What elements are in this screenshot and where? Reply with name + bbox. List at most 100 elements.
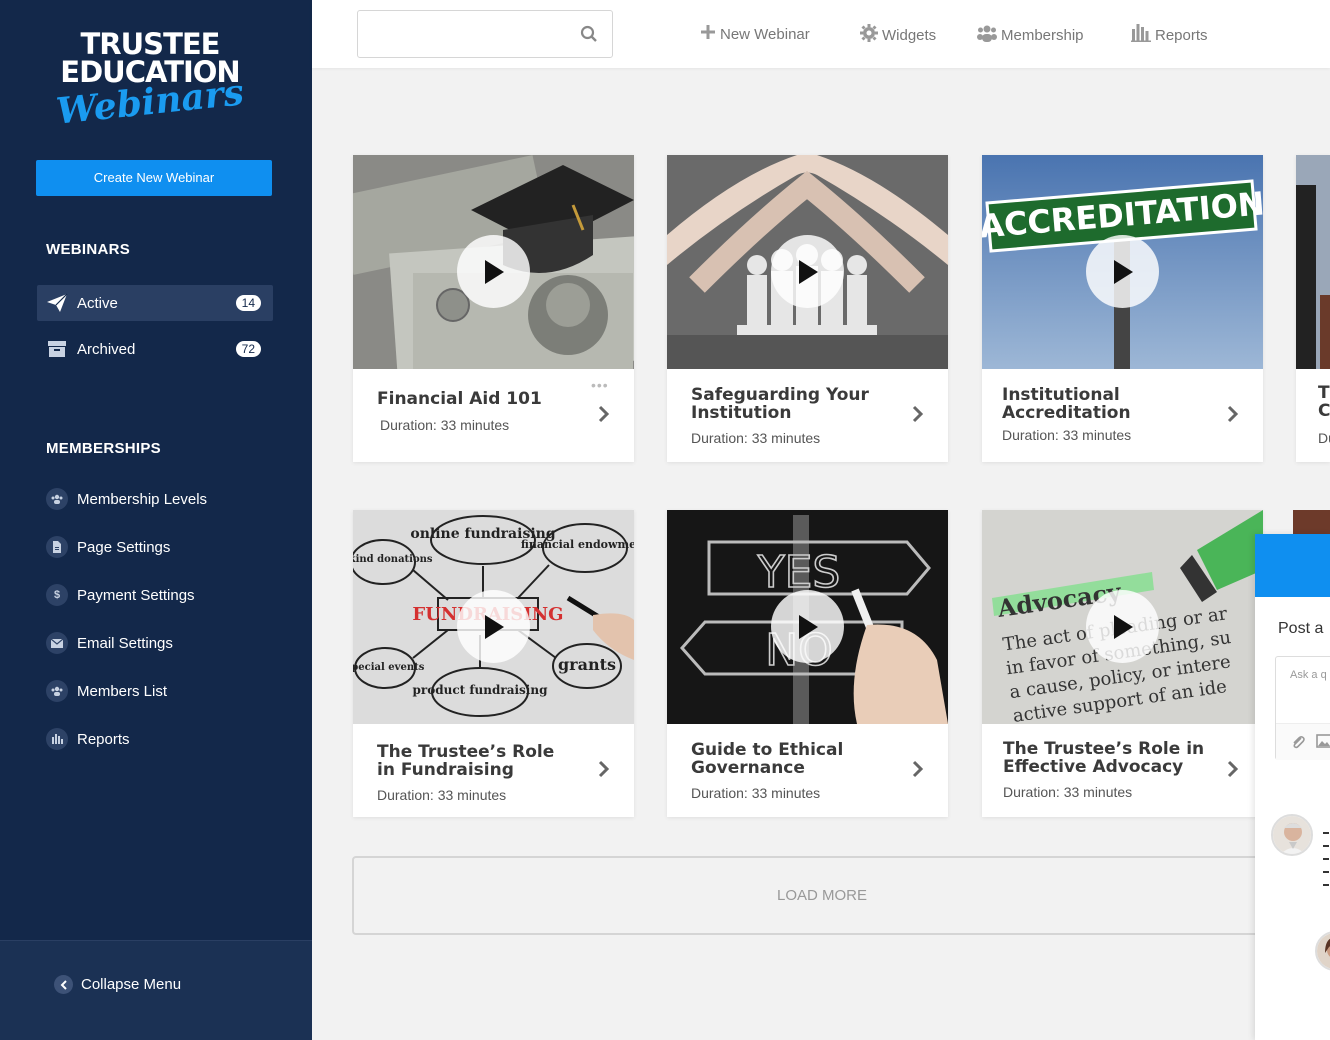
dollar-icon: $	[46, 584, 68, 606]
chevron-right-icon[interactable]	[1227, 760, 1239, 783]
sidebar-item-payment-settings[interactable]: $ Payment Settings	[37, 577, 273, 613]
webinar-duration: Duration: 33 minutes	[1003, 784, 1133, 800]
webinar-card[interactable]: Safeguarding Your Institution Duration: …	[667, 155, 948, 462]
webinar-duration: Duration: 33 minutes	[380, 417, 510, 433]
sidebar: TRUSTEE EDUCATION Webinars Create New We…	[0, 0, 312, 1040]
archive-box-icon	[37, 339, 77, 359]
diagram-word-financial: financial endowment	[521, 538, 634, 551]
sidebar-item-page-settings[interactable]: Page Settings	[37, 529, 273, 565]
chevron-right-icon[interactable]	[912, 405, 924, 428]
brand-logo[interactable]: TRUSTEE EDUCATION Webinars	[50, 27, 250, 133]
webinar-card[interactable]: ACCREDITATION Institutional Accreditatio…	[982, 155, 1263, 462]
chevron-right-icon[interactable]	[598, 760, 610, 783]
chat-question-input[interactable]: Ask a q	[1275, 656, 1330, 760]
webinar-title: Safeguarding Your Institution	[691, 385, 869, 423]
chevron-left-icon	[54, 975, 73, 994]
sidebar-item-email-settings[interactable]: Email Settings	[37, 625, 273, 661]
collapse-menu-label: Collapse Menu	[81, 976, 182, 993]
search-box	[357, 10, 613, 58]
diagram-word-product: product fundraising	[413, 683, 549, 697]
diagram-word-special: special events	[353, 662, 425, 673]
bar-chart-icon	[1131, 24, 1151, 46]
webinar-duration: Duration: 33 minutes	[691, 430, 821, 446]
webinar-thumbnail: YES NO	[667, 510, 948, 724]
webinar-card-partial[interactable]: Th C Du	[1296, 155, 1330, 462]
widgets-link[interactable]: Widgets	[860, 24, 936, 46]
chat-post-label: Post a	[1278, 620, 1324, 637]
webinar-title: Institutional Accreditation	[1002, 385, 1131, 423]
webinar-duration: Duration: 33 minutes	[1002, 427, 1132, 443]
users-icon	[977, 24, 997, 46]
document-icon	[46, 536, 68, 558]
sidebar-item-archived[interactable]: Archived 72	[37, 331, 273, 367]
play-button[interactable]	[457, 590, 530, 663]
sidebar-item-active[interactable]: Active 14	[37, 285, 273, 321]
webinars-section-title: WEBINARS	[46, 241, 131, 258]
users-icon	[46, 488, 68, 510]
sidebar-item-label: Active	[77, 294, 118, 312]
diagram-word-in-kind: in-kind donations	[353, 554, 433, 565]
membership-label: Membership	[1001, 26, 1084, 44]
reports-link[interactable]: Reports	[1131, 24, 1208, 46]
top-bar: New Webinar Widgets Membership Reports	[312, 0, 1330, 68]
sidebar-item-label: Archived	[77, 340, 136, 358]
play-button[interactable]	[1086, 235, 1159, 308]
collapse-menu-button[interactable]: Collapse Menu	[54, 975, 181, 994]
sidebar-item-label: Page Settings	[77, 538, 171, 556]
create-new-webinar-button[interactable]: Create New Webinar	[36, 160, 272, 196]
image-icon[interactable]	[1316, 734, 1330, 751]
bar-chart-icon	[46, 728, 68, 750]
webinar-thumbnail: ACCREDITATION	[982, 155, 1263, 369]
diagram-word-grants: grants	[558, 655, 616, 674]
new-webinar-label: New Webinar	[720, 25, 810, 43]
envelope-icon	[46, 632, 68, 654]
webinar-thumbnail	[667, 155, 948, 369]
sidebar-item-label: Members List	[77, 682, 168, 700]
play-button[interactable]	[771, 235, 844, 308]
logo-line-1: TRUSTEE	[80, 27, 221, 61]
webinar-card[interactable]: YES NO Guide to Ethical Governance Durat…	[667, 510, 948, 817]
avatar[interactable]	[1271, 814, 1313, 856]
play-button[interactable]	[1086, 590, 1159, 663]
sidebar-item-membership-levels[interactable]: Membership Levels	[37, 481, 273, 517]
webinar-thumbnail: Advocacy The act of pleading or ar in fa…	[982, 510, 1263, 724]
search-icon[interactable]	[580, 25, 598, 48]
partial-duration: Du	[1318, 430, 1330, 446]
play-button[interactable]	[457, 235, 530, 308]
membership-link[interactable]: Membership	[977, 24, 1084, 46]
more-options-icon[interactable]: •••	[591, 377, 609, 393]
archived-count-badge: 72	[235, 341, 261, 357]
webinar-duration: Duration: 33 minutes	[377, 787, 507, 803]
sidebar-item-label: Membership Levels	[77, 490, 208, 508]
chat-panel: Post a Ask a q	[1255, 534, 1330, 1040]
paper-plane-icon	[37, 293, 77, 313]
load-more-button[interactable]: LOAD MORE	[352, 856, 1292, 935]
chat-header	[1255, 534, 1330, 597]
sidebar-item-label: Reports	[77, 730, 130, 748]
memberships-section-title: MEMBERSHIPS	[46, 440, 161, 457]
webinar-duration: Duration: 33 minutes	[691, 785, 821, 801]
chevron-right-icon[interactable]	[1227, 405, 1239, 428]
webinar-title: Financial Aid 101	[377, 389, 542, 409]
active-count-badge: 14	[235, 295, 261, 311]
sidebar-item-reports[interactable]: Reports	[37, 721, 273, 757]
webinar-card[interactable]: Advocacy The act of pleading or ar in fa…	[982, 510, 1263, 817]
gear-icon	[860, 24, 878, 46]
sidebar-item-members-list[interactable]: Members List	[37, 673, 273, 709]
paperclip-icon[interactable]	[1290, 734, 1306, 753]
webinar-card[interactable]: ••• Financial Aid 101 Duration: 33 minut…	[353, 155, 634, 462]
sidebar-item-label: Email Settings	[77, 634, 173, 652]
webinar-card[interactable]: online fundraising in-kind donations fin…	[353, 510, 634, 817]
chat-input-placeholder: Ask a q	[1290, 669, 1327, 681]
avatar[interactable]	[1315, 931, 1330, 971]
chevron-right-icon[interactable]	[912, 760, 924, 783]
plus-icon	[700, 24, 716, 44]
new-webinar-link[interactable]: New Webinar	[700, 24, 810, 44]
play-button[interactable]	[771, 590, 844, 663]
webinar-title: The Trustee’s Role in Fundraising	[377, 742, 555, 780]
chevron-right-icon[interactable]	[598, 405, 610, 428]
webinar-thumbnail	[353, 155, 634, 369]
sidebar-item-label: Payment Settings	[77, 586, 195, 604]
webinar-thumbnail: online fundraising in-kind donations fin…	[353, 510, 634, 724]
search-input[interactable]	[358, 11, 568, 57]
